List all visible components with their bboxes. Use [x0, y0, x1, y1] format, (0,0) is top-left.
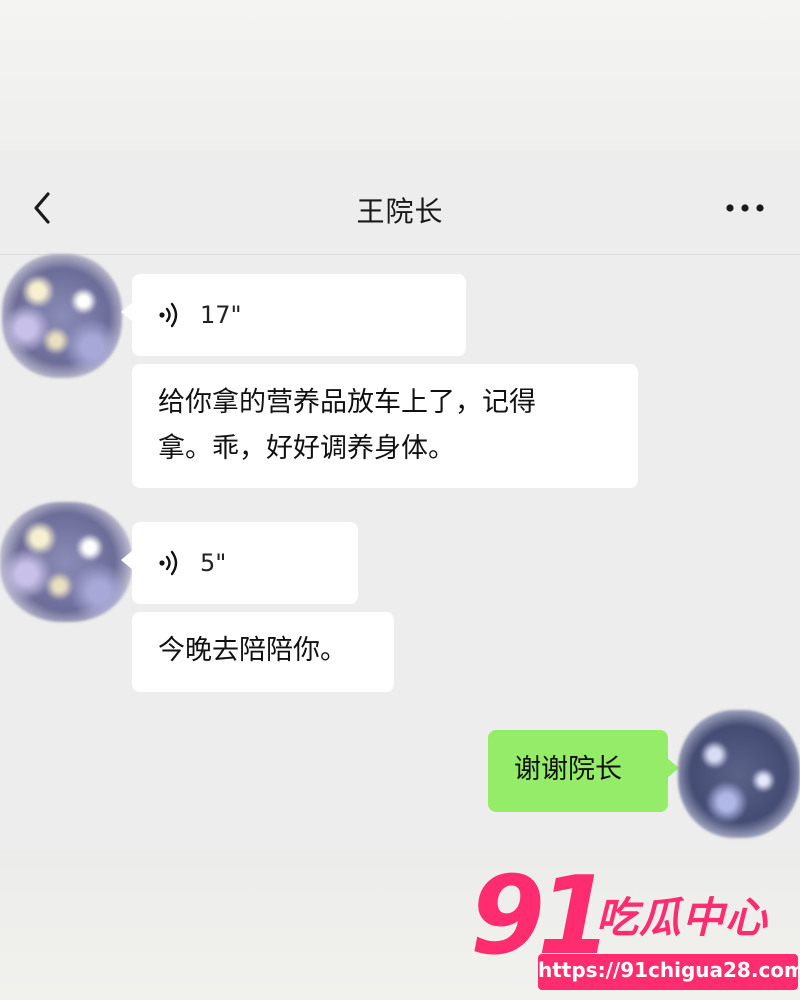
- watermark-url: https://91chigua28.com: [538, 958, 800, 982]
- voice-message[interactable]: 5": [121, 522, 358, 604]
- contact-avatar[interactable]: [2, 254, 122, 378]
- voice-duration: 5": [200, 549, 227, 577]
- watermark-url-box: https://91chigua28.com: [538, 954, 800, 990]
- voice-wave-icon: [159, 550, 178, 576]
- chat-header: 王院长: [0, 150, 800, 255]
- text-message[interactable]: 给你拿的营养品放车上了，记得 拿。乖，好好调养身体。: [132, 364, 638, 488]
- self-text-message[interactable]: 谢谢院长: [488, 730, 679, 812]
- message-text: 今晚去陪陪你。: [158, 635, 347, 666]
- contact-avatar[interactable]: [0, 502, 132, 622]
- message-text: 给你拿的营养品放车上了，记得 拿。乖，好好调养身体。: [158, 380, 614, 472]
- message-line: 给你拿的营养品放车上了，记得: [158, 387, 536, 418]
- more-dots-icon[interactable]: [722, 198, 768, 218]
- top-blank-area: [0, 0, 800, 150]
- voice-wave-icon: [159, 302, 178, 328]
- voice-message-row: 5": [158, 540, 226, 586]
- message-line: 拿。乖，好好调养身体。: [158, 433, 455, 464]
- chat-window: 王院长 17" 给你拿的营养品放车上了，记得 拿。乖，好好调养身体。 5" 今晚…: [0, 150, 800, 850]
- voice-duration: 17": [200, 301, 242, 329]
- self-avatar[interactable]: [678, 710, 800, 838]
- watermark-brand: 吃瓜中心: [596, 893, 769, 942]
- chat-title: 王院长: [356, 195, 444, 228]
- voice-message[interactable]: 17": [121, 274, 466, 356]
- voice-message-row: 17": [158, 292, 242, 338]
- text-message[interactable]: 今晚去陪陪你。: [132, 612, 394, 692]
- message-text: 谢谢院长: [514, 754, 622, 785]
- watermark: 91 吃瓜中心 https://91chigua28.com: [470, 854, 800, 1000]
